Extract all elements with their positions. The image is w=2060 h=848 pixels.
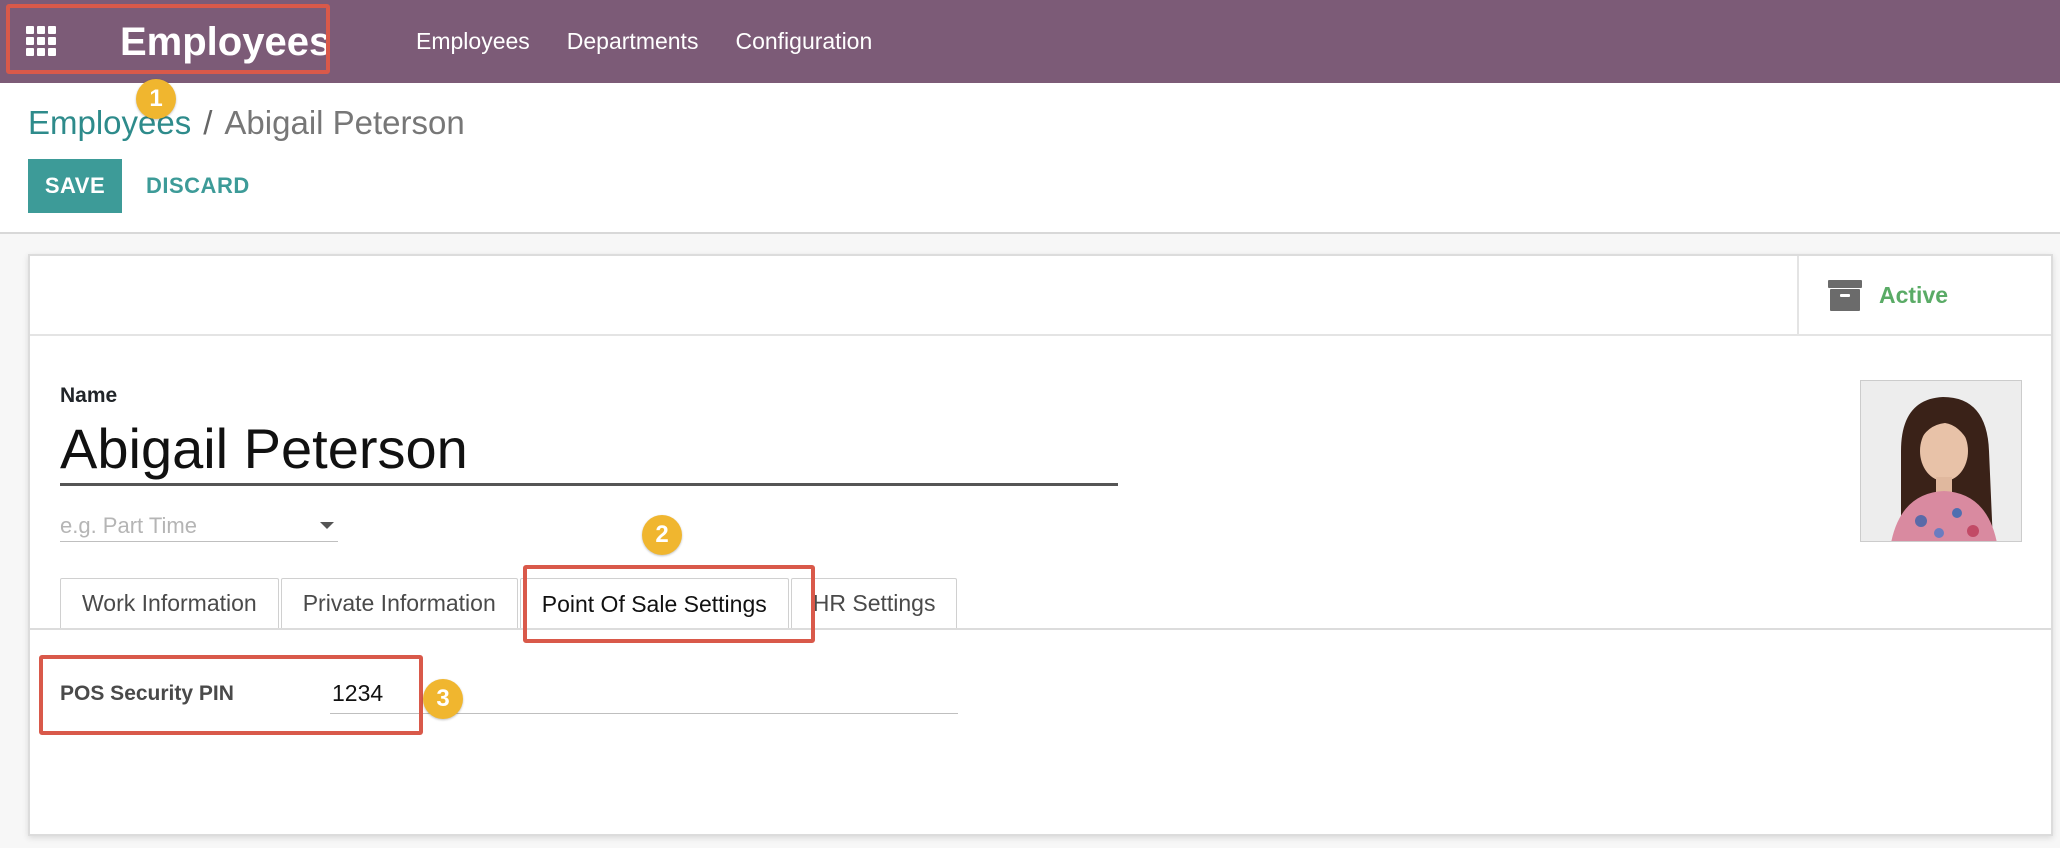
notebook-tabs: Work Information Private Information Poi… [60, 578, 959, 629]
active-label: Active [1879, 281, 1949, 308]
top-navbar: Employees Employees Departments Configur… [0, 0, 2060, 83]
employee-form-sheet: Active Name e.g. Part Time Work Informat… [28, 254, 2053, 836]
job-title-placeholder: e.g. Part Time [60, 512, 197, 538]
job-title-select[interactable]: e.g. Part Time [60, 510, 338, 542]
menu-item-departments[interactable]: Departments [567, 28, 699, 55]
step-marker-2: 2 [642, 515, 682, 555]
employee-name-input[interactable] [60, 414, 1118, 486]
tab-work-information[interactable]: Work Information [60, 578, 279, 628]
app-brand[interactable]: Employees [120, 16, 331, 68]
tab-hr-settings[interactable]: HR Settings [790, 578, 958, 628]
menu-item-configuration[interactable]: Configuration [735, 28, 872, 55]
tab-point-of-sale-settings[interactable]: Point Of Sale Settings [519, 578, 789, 629]
active-toggle-button[interactable]: Active [1797, 256, 2051, 334]
archive-icon [1828, 280, 1862, 311]
discard-button[interactable]: DISCARD [140, 159, 256, 213]
menu-item-employees[interactable]: Employees [416, 28, 530, 55]
tab-private-information[interactable]: Private Information [280, 578, 518, 628]
button-box: Active [30, 256, 2051, 336]
breadcrumb: Employees / Abigail Peterson [28, 104, 465, 142]
step-marker-1: 1 [136, 79, 176, 119]
breadcrumb-current: Abigail Peterson [224, 104, 465, 141]
step-marker-3: 3 [423, 679, 463, 719]
main-menu: Employees Departments Configuration [416, 0, 909, 83]
breadcrumb-separator: / [203, 104, 213, 141]
tabs-divider [30, 628, 2051, 630]
avatar-photo [1861, 381, 2021, 541]
employee-avatar[interactable] [1860, 380, 2022, 542]
save-button[interactable]: SAVE [28, 159, 122, 213]
name-label: Name [60, 384, 118, 407]
caret-down-icon [320, 522, 334, 529]
apps-menu-icon[interactable] [26, 26, 60, 56]
pos-pin-label: POS Security PIN [60, 682, 234, 705]
